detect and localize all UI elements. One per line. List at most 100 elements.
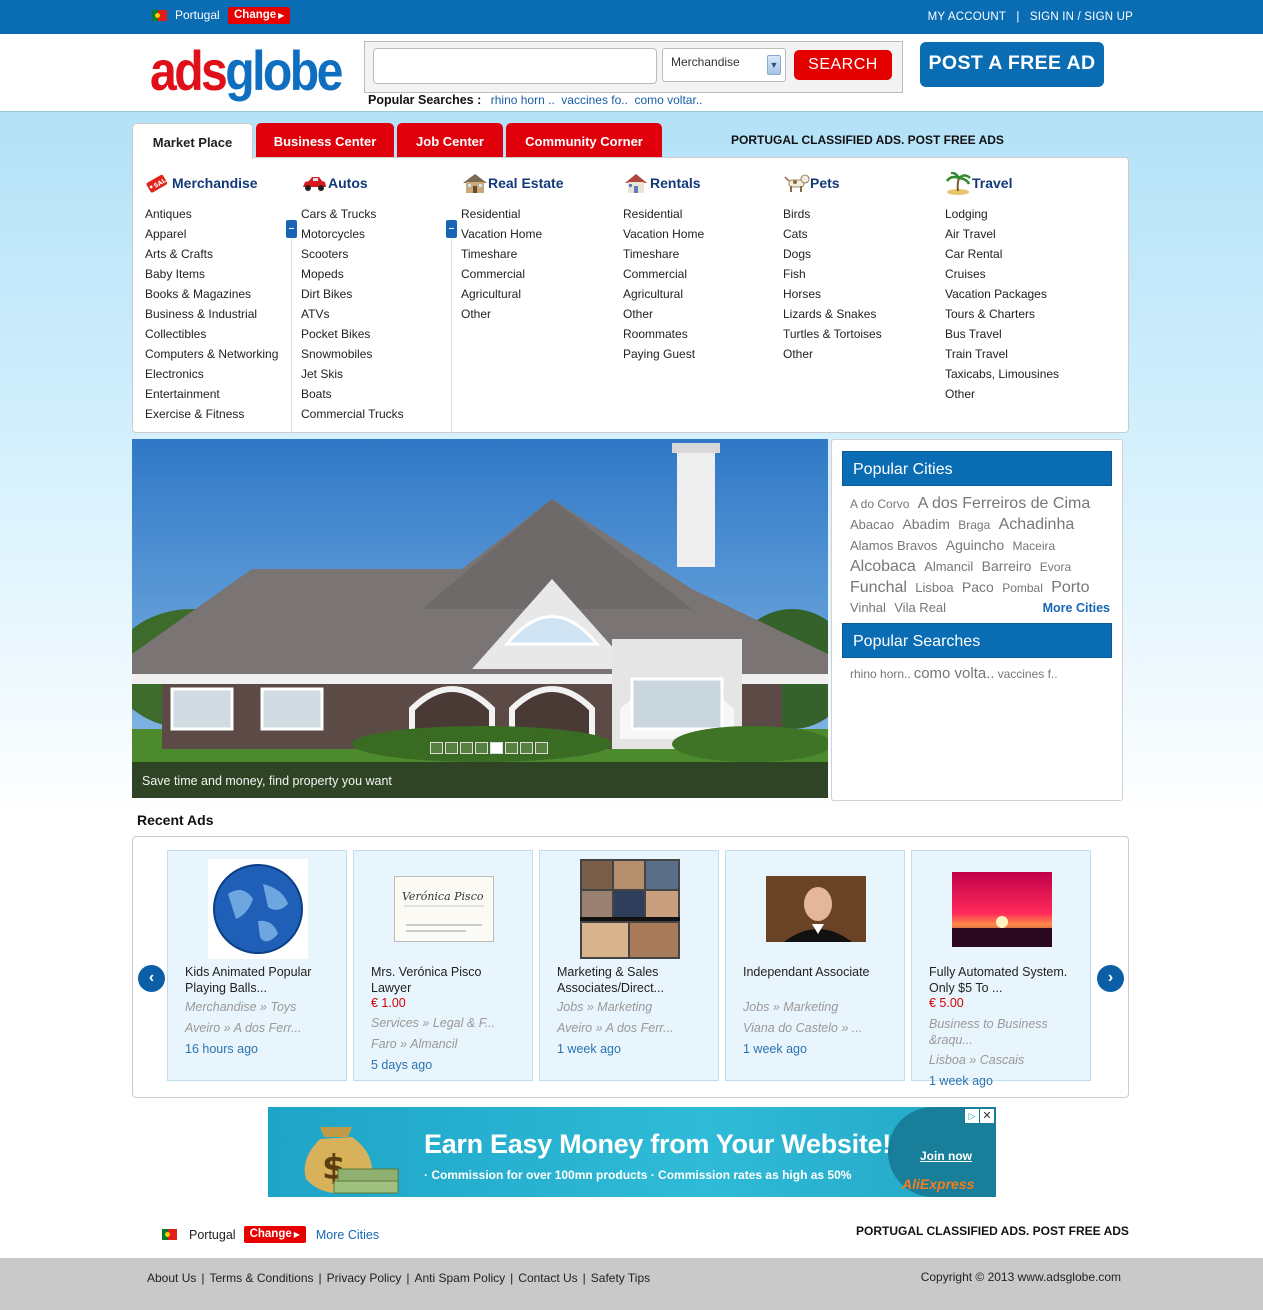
search-button[interactable]: SEARCH bbox=[794, 50, 892, 80]
subcategory-link[interactable]: Timeshare bbox=[461, 246, 563, 266]
change-country-button[interactable]: Change ▶ bbox=[228, 7, 291, 24]
category-heading[interactable]: Autos bbox=[301, 170, 404, 196]
city-link[interactable]: Braga bbox=[958, 518, 990, 532]
subcategory-link[interactable]: Fish bbox=[783, 266, 882, 286]
subcategory-link[interactable]: Antiques bbox=[145, 206, 278, 226]
join-now-link[interactable]: Join now bbox=[920, 1149, 972, 1163]
subcategory-link[interactable]: Cats bbox=[783, 226, 882, 246]
search-input[interactable] bbox=[373, 48, 657, 84]
subcategory-link[interactable]: Lizards & Snakes bbox=[783, 306, 882, 326]
subcategory-link[interactable]: Arts & Crafts bbox=[145, 246, 278, 266]
subcategory-link[interactable]: Computers & Networking bbox=[145, 346, 278, 366]
subcategory-link[interactable]: Commercial bbox=[623, 266, 704, 286]
subcategory-link[interactable]: Train Travel bbox=[945, 346, 1059, 366]
ad-title[interactable]: Fully Automated System. Only $5 To ... bbox=[929, 964, 1079, 996]
subcategory-link[interactable]: Commercial Trucks bbox=[301, 406, 404, 426]
subcategory-link[interactable]: Commercial bbox=[461, 266, 563, 286]
adchoices-icon[interactable]: ▷ bbox=[965, 1109, 979, 1123]
subcategory-link[interactable]: Birds bbox=[783, 206, 882, 226]
subcategory-link[interactable]: Agricultural bbox=[623, 286, 704, 306]
tab-job-center[interactable]: Job Center bbox=[397, 123, 503, 158]
subcategory-link[interactable]: Residential bbox=[623, 206, 704, 226]
ad-title[interactable]: Marketing & Sales Associates/Direct... bbox=[557, 964, 707, 996]
popular-search-link[interactable]: como voltar.. bbox=[634, 93, 702, 107]
city-link[interactable]: A dos Ferreiros de Cima bbox=[918, 495, 1091, 512]
subcategory-link[interactable]: Lodging bbox=[945, 206, 1059, 226]
sunset-image[interactable] bbox=[952, 859, 1052, 959]
subcategory-link[interactable]: Mopeds bbox=[301, 266, 404, 286]
subcategory-link[interactable]: Turtles & Tortoises bbox=[783, 326, 882, 346]
subcategory-link[interactable]: Air Travel bbox=[945, 226, 1059, 246]
scroll-handle[interactable] bbox=[286, 220, 297, 238]
category-heading[interactable]: SALE Merchandise bbox=[145, 170, 278, 196]
slide-dot[interactable] bbox=[535, 742, 548, 754]
subcategory-link[interactable]: Roommates bbox=[623, 326, 704, 346]
subcategory-link[interactable]: ATVs bbox=[301, 306, 404, 326]
footer-link-contact[interactable]: Contact Us bbox=[518, 1271, 577, 1285]
category-select[interactable]: Merchandise ▼ bbox=[662, 48, 786, 82]
my-account-link[interactable]: MY ACCOUNT bbox=[928, 11, 1006, 23]
subcategory-link[interactable]: Dirt Bikes bbox=[301, 286, 404, 306]
ad-card[interactable]: Independant Associate Jobs » Marketing V… bbox=[725, 850, 905, 1081]
subcategory-link[interactable]: Other bbox=[945, 386, 1059, 406]
tab-business-center[interactable]: Business Center bbox=[256, 123, 394, 158]
footer-link-terms[interactable]: Terms & Conditions bbox=[209, 1271, 313, 1285]
city-link[interactable]: Paco bbox=[962, 579, 994, 595]
tab-community-corner[interactable]: Community Corner bbox=[506, 123, 662, 158]
footer-change-country-button[interactable]: Change ▶ bbox=[243, 1226, 306, 1243]
ad-card[interactable]: Verónica Pisco Mrs. Verónica Pisco Lawye… bbox=[353, 850, 533, 1081]
city-link[interactable]: Vinhal bbox=[850, 600, 886, 615]
city-link[interactable]: Aguincho bbox=[946, 537, 1004, 553]
subcategory-link[interactable]: Other bbox=[623, 306, 704, 326]
city-link[interactable]: Barreiro bbox=[982, 558, 1032, 574]
ad-location[interactable]: Aveiro » A dos Ferr... bbox=[557, 1021, 673, 1035]
subcategory-link[interactable]: Cruises bbox=[945, 266, 1059, 286]
ad-category[interactable]: Jobs » Marketing bbox=[743, 1000, 838, 1014]
subcategory-link[interactable]: Cars & Trucks bbox=[301, 206, 404, 226]
tab-market-place[interactable]: Market Place bbox=[132, 123, 253, 159]
aliexpress-banner-ad[interactable]: $ Earn Easy Money from Your Website! · C… bbox=[268, 1107, 996, 1197]
ad-title[interactable]: Independant Associate bbox=[743, 964, 893, 980]
subcategory-link[interactable]: Scooters bbox=[301, 246, 404, 266]
popular-search-link[interactable]: como volta.. bbox=[914, 665, 995, 682]
ad-category[interactable]: Merchandise » Toys bbox=[185, 1000, 296, 1014]
post-free-ad-button[interactable]: POST A FREE AD bbox=[920, 42, 1104, 87]
city-link[interactable]: Alamos Bravos bbox=[850, 538, 937, 553]
subcategory-link[interactable]: Jet Skis bbox=[301, 366, 404, 386]
ad-category[interactable]: Services » Legal & F... bbox=[371, 1016, 495, 1030]
subcategory-link[interactable]: Paying Guest bbox=[623, 346, 704, 366]
subcategory-link[interactable]: Vacation Packages bbox=[945, 286, 1059, 306]
subcategory-link[interactable]: Other bbox=[783, 346, 882, 366]
subcategory-link[interactable]: Pocket Bikes bbox=[301, 326, 404, 346]
subcategory-link[interactable]: Horses bbox=[783, 286, 882, 306]
subcategory-link[interactable]: Vacation Home bbox=[461, 226, 563, 246]
slide-dot[interactable] bbox=[445, 742, 458, 754]
city-link[interactable]: Funchal bbox=[850, 579, 907, 596]
popular-search-link[interactable]: rhino horn.. bbox=[850, 667, 911, 681]
category-heading[interactable]: Travel bbox=[945, 170, 1059, 196]
city-link[interactable]: Pombal bbox=[1002, 581, 1043, 595]
footer-more-cities-link[interactable]: More Cities bbox=[316, 1228, 379, 1242]
ad-card[interactable]: Marketing & Sales Associates/Direct... J… bbox=[539, 850, 719, 1081]
ad-location[interactable]: Viana do Castelo » ... bbox=[743, 1021, 862, 1035]
ad-location[interactable]: Lisboa » Cascais bbox=[929, 1053, 1024, 1067]
ad-title[interactable]: Kids Animated Popular Playing Balls... bbox=[185, 964, 335, 996]
ad-card[interactable]: Fully Automated System. Only $5 To ... €… bbox=[911, 850, 1091, 1088]
subcategory-link[interactable]: Motorcycles bbox=[301, 226, 404, 246]
slide-dot[interactable] bbox=[460, 742, 473, 754]
ad-category[interactable]: Jobs » Marketing bbox=[557, 1000, 652, 1014]
slide-dot[interactable] bbox=[475, 742, 488, 754]
city-link[interactable]: Maceira bbox=[1013, 539, 1056, 553]
subcategory-link[interactable]: Timeshare bbox=[623, 246, 704, 266]
city-link[interactable]: Evora bbox=[1040, 560, 1071, 574]
ad-title[interactable]: Mrs. Verónica Pisco Lawyer bbox=[371, 964, 521, 996]
subcategory-link[interactable]: Collectibles bbox=[145, 326, 278, 346]
subcategory-link[interactable]: Taxicabs, Limousines bbox=[945, 366, 1059, 386]
close-icon[interactable]: ✕ bbox=[980, 1109, 994, 1123]
subcategory-link[interactable]: Dogs bbox=[783, 246, 882, 266]
hero-slideshow[interactable]: Save time and money, find property you w… bbox=[132, 439, 828, 798]
category-heading[interactable]: Pets bbox=[783, 170, 882, 196]
footer-link-safety[interactable]: Safety Tips bbox=[591, 1271, 650, 1285]
city-link[interactable]: Almancil bbox=[924, 559, 973, 574]
subcategory-link[interactable]: Bus Travel bbox=[945, 326, 1059, 346]
